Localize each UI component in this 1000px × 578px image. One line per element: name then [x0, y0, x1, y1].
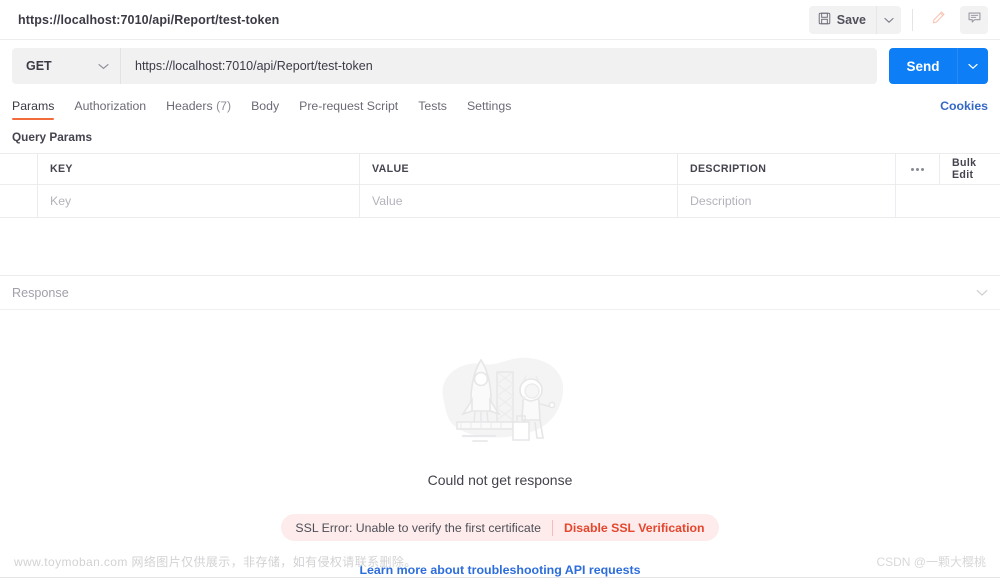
row-key-input[interactable]: Key [38, 185, 360, 217]
table-options-button[interactable] [896, 154, 940, 184]
row-spacer [940, 185, 1000, 217]
pencil-icon [931, 10, 946, 30]
tab-pre-request-script[interactable]: Pre-request Script [289, 99, 408, 120]
tab-label: Params [12, 99, 55, 113]
toolbar-divider [912, 8, 913, 31]
row-description-input[interactable]: Description [678, 185, 896, 217]
disable-ssl-verification-button[interactable]: Disable SSL Verification [564, 521, 705, 535]
error-separator [552, 519, 553, 536]
ssl-error-banner: SSL Error: Unable to verify the first ce… [281, 514, 719, 541]
no-response-message: Could not get response [427, 472, 573, 488]
http-method-label: GET [26, 59, 52, 73]
save-button[interactable]: Save [809, 6, 876, 34]
tab-params[interactable]: Params [12, 99, 64, 120]
ssl-error-message: SSL Error: Unable to verify the first ce… [295, 520, 541, 535]
row-value-input[interactable]: Value [360, 185, 678, 217]
request-url-input[interactable] [120, 48, 877, 84]
response-bar: Response [0, 276, 1000, 310]
chevron-down-icon [976, 284, 988, 301]
row-options [896, 185, 940, 217]
send-options-button[interactable] [957, 48, 988, 84]
floppy-disk-icon [818, 12, 831, 28]
column-header-value: VALUE [360, 154, 678, 184]
response-empty-state: Could not get response SSL Error: Unable… [0, 310, 1000, 577]
bulk-edit-button[interactable]: Bulk Edit [940, 154, 1000, 184]
send-button-group[interactable]: Send [889, 48, 988, 84]
chevron-down-icon [98, 59, 109, 73]
query-params-table: KEY VALUE DESCRIPTION Bulk Edit Key Valu… [0, 153, 1000, 218]
save-button-group[interactable]: Save [808, 5, 901, 34]
select-all-cell [0, 154, 38, 184]
more-options-icon [911, 167, 924, 171]
top-bar-actions: Save [808, 5, 988, 34]
postman-request-window: https://localhost:7010/api/Report/test-t… [0, 0, 1000, 578]
tab-label: Tests [418, 99, 447, 113]
chevron-down-icon [884, 11, 894, 29]
request-title: https://localhost:7010/api/Report/test-t… [18, 12, 280, 27]
tab-label: Settings [466, 99, 512, 113]
watermark-right: CSDN @一颗大樱桃 [876, 555, 986, 569]
table-body: Key Value Description [0, 185, 1000, 218]
rocket-astronaut-illustration [425, 334, 575, 462]
window-top-bar: https://localhost:7010/api/Report/test-t… [0, 0, 1000, 40]
request-tabs: Params Authorization Headers (7) Body Pr… [12, 99, 940, 120]
table-header-row: KEY VALUE DESCRIPTION Bulk Edit [0, 154, 1000, 185]
edit-request-button[interactable] [924, 5, 952, 34]
response-label: Response [12, 285, 69, 300]
tab-label: Authorization [74, 99, 147, 113]
response-collapse-button[interactable] [976, 284, 988, 302]
tab-label: Headers [166, 99, 213, 113]
column-header-description: DESCRIPTION [678, 154, 896, 184]
send-button[interactable]: Send [889, 48, 957, 84]
column-header-key: KEY [38, 154, 360, 184]
tab-label: Body [251, 99, 280, 113]
watermark-left: www.toymoban.com 网络图片仅供展示，非存储，如有侵权请联系删除。 [14, 555, 417, 569]
row-checkbox[interactable] [0, 185, 38, 217]
comments-button[interactable] [960, 5, 988, 34]
tab-body[interactable]: Body [241, 99, 289, 120]
cookies-link[interactable]: Cookies [940, 99, 988, 120]
params-empty-space [0, 218, 1000, 275]
tab-headers[interactable]: Headers (7) [156, 99, 241, 120]
tab-settings[interactable]: Settings [457, 99, 521, 120]
tab-headers-count: (7) [216, 99, 232, 113]
http-method-select[interactable]: GET [12, 48, 120, 84]
request-url-bar: GET Send [0, 40, 1000, 92]
save-options-button[interactable] [876, 5, 901, 34]
query-params-label: Query Params [12, 130, 93, 144]
request-tabs-bar: Params Authorization Headers (7) Body Pr… [0, 92, 1000, 120]
chevron-down-icon [968, 57, 978, 75]
tab-tests[interactable]: Tests [408, 99, 457, 120]
save-button-label: Save [836, 12, 866, 27]
comment-icon [967, 10, 982, 30]
table-row[interactable]: Key Value Description [0, 185, 1000, 218]
tab-authorization[interactable]: Authorization [64, 99, 156, 120]
tab-label: Pre-request Script [299, 99, 399, 113]
